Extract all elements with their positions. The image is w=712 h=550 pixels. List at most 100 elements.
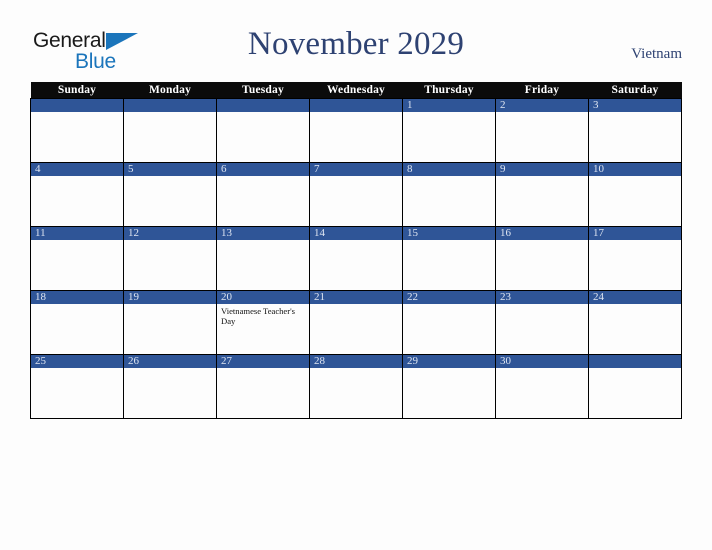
calendar-day-cell[interactable]: 1 [402,98,496,163]
day-number: 13 [217,227,309,240]
calendar-day-cell[interactable]: 23 [495,290,589,355]
calendar-day-cell[interactable]: 9 [495,162,589,227]
day-number: 29 [403,355,495,368]
day-number [31,99,123,112]
day-cell-content: 1 [403,99,495,162]
day-cell-content: 21 [310,291,402,354]
day-cell-content [124,99,216,162]
day-number: 4 [31,163,123,176]
calendar-day-cell[interactable]: 19 [123,290,217,355]
day-number: 27 [217,355,309,368]
calendar-day-cell[interactable]: 22 [402,290,496,355]
calendar-empty-cell [123,98,217,163]
calendar-day-cell[interactable]: 7 [309,162,403,227]
calendar-day-cell[interactable]: 21 [309,290,403,355]
day-number: 14 [310,227,402,240]
weekday-header-sunday: Sunday [30,82,124,99]
calendar-day-cell[interactable]: 18 [30,290,124,355]
day-cell-content [31,99,123,162]
day-cell-content: 28 [310,355,402,418]
calendar-week-row: 18 19 20 Vietnamese Teacher's Day 21 22 23 24 [30,290,682,355]
page-header: General Blue November 2029 Vietnam [0,0,712,82]
day-number: 2 [496,99,588,112]
calendar-day-cell[interactable]: 12 [123,226,217,291]
day-number: 30 [496,355,588,368]
day-cell-content: 20 Vietnamese Teacher's Day [217,291,309,354]
day-cell-content: 19 [124,291,216,354]
day-events: Vietnamese Teacher's Day [217,304,309,326]
day-number: 10 [589,163,681,176]
calendar-day-cell[interactable]: 3 [588,98,682,163]
calendar-day-cell[interactable]: 27 [216,354,310,419]
weekday-header-saturday: Saturday [588,82,682,99]
day-cell-content: 6 [217,163,309,226]
calendar-empty-cell [30,98,124,163]
day-number: 19 [124,291,216,304]
day-cell-content: 30 [496,355,588,418]
day-number: 15 [403,227,495,240]
calendar-day-cell[interactable]: 6 [216,162,310,227]
weekday-header-friday: Friday [495,82,589,99]
day-number: 8 [403,163,495,176]
calendar-grid: Sunday Monday Tuesday Wednesday Thursday Frid… [30,82,682,419]
calendar-empty-cell [216,98,310,163]
day-number [124,99,216,112]
calendar-day-cell[interactable]: 28 [309,354,403,419]
calendar-day-cell[interactable]: 2 [495,98,589,163]
calendar-day-cell[interactable]: 17 [588,226,682,291]
day-number: 6 [217,163,309,176]
calendar-empty-cell [309,98,403,163]
calendar-day-cell[interactable]: 5 [123,162,217,227]
calendar-day-cell[interactable]: 11 [30,226,124,291]
weekday-header-tuesday: Tuesday [216,82,310,99]
day-number: 20 [217,291,309,304]
calendar-day-cell[interactable]: 24 [588,290,682,355]
country-label: Vietnam [631,46,682,62]
day-number: 11 [31,227,123,240]
calendar-day-cell[interactable]: 14 [309,226,403,291]
day-cell-content: 3 [589,99,681,162]
day-number: 9 [496,163,588,176]
day-number [217,99,309,112]
calendar-week-row: 4 5 6 7 8 9 10 [30,162,682,227]
day-cell-content: 7 [310,163,402,226]
day-number: 26 [124,355,216,368]
day-cell-content: 10 [589,163,681,226]
calendar-week-row: 123 [30,98,682,163]
calendar-week-row: 25 26 27 28 29 30 [30,354,682,419]
day-cell-content: 13 [217,227,309,290]
calendar-day-cell[interactable]: 26 [123,354,217,419]
weekday-header-wednesday: Wednesday [309,82,403,99]
day-cell-content: 18 [31,291,123,354]
day-cell-content [589,355,681,418]
day-cell-content: 25 [31,355,123,418]
day-cell-content [310,99,402,162]
calendar-day-cell[interactable]: 13 [216,226,310,291]
calendar-week-row: 11 12 13 14 15 16 17 [30,226,682,291]
day-number: 12 [124,227,216,240]
day-number: 28 [310,355,402,368]
day-number: 5 [124,163,216,176]
weekday-header-thursday: Thursday [402,82,496,99]
calendar-header-row: Sunday Monday Tuesday Wednesday Thursday Frid… [30,82,682,99]
day-cell-content: 15 [403,227,495,290]
day-number: 25 [31,355,123,368]
calendar-day-cell[interactable]: 20 Vietnamese Teacher's Day [216,290,310,355]
calendar-day-cell[interactable]: 25 [30,354,124,419]
day-cell-content: 22 [403,291,495,354]
calendar-day-cell[interactable]: 16 [495,226,589,291]
calendar-empty-cell [588,354,682,419]
calendar-day-cell[interactable]: 10 [588,162,682,227]
calendar-day-cell[interactable]: 4 [30,162,124,227]
calendar-day-cell[interactable]: 8 [402,162,496,227]
day-cell-content [217,99,309,162]
day-number: 23 [496,291,588,304]
day-number [310,99,402,112]
calendar-day-cell[interactable]: 15 [402,226,496,291]
calendar-day-cell[interactable]: 29 [402,354,496,419]
calendar-day-cell[interactable]: 30 [495,354,589,419]
day-number: 7 [310,163,402,176]
weekday-header-monday: Monday [123,82,217,99]
calendar-body: 1 2 3 4 5 6 7 8 9 10 11 12 13 14 15 16 17 18 19 20 Vietnames… [30,98,682,419]
day-cell-content: 12 [124,227,216,290]
